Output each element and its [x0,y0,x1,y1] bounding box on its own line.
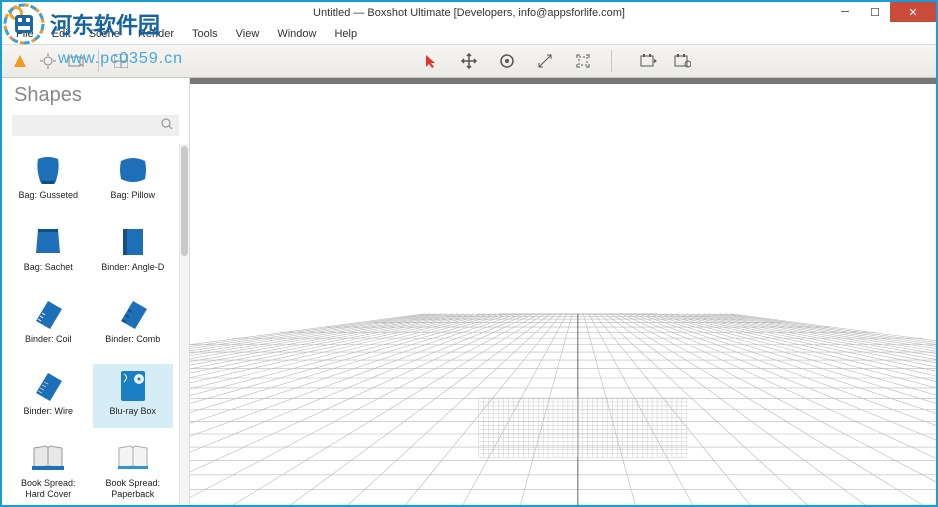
shape-label: Book Spread: Paperback [95,478,172,499]
toolbar-camera-icon[interactable] [66,51,86,71]
toolbar-separator-2 [611,50,612,72]
viewport[interactable] [190,78,936,505]
sidebar-title: Shapes [2,78,189,115]
shape-label: Book Spread: Hard Cover [10,478,87,499]
shape-item[interactable]: Book Spread: Hard Cover [8,436,89,501]
shape-item[interactable]: Binder: Wire [8,364,89,428]
shape-icon [29,294,67,332]
fit-tool-icon[interactable] [573,51,593,71]
search-container [12,115,179,136]
close-button[interactable]: ✕ [890,2,936,22]
shape-icon [29,150,67,188]
menu-scene[interactable]: Scene [81,26,128,42]
shape-label: Binder: Coil [25,334,72,354]
menu-view[interactable]: View [228,26,268,42]
search-input[interactable] [18,120,173,132]
shape-icon [114,366,152,404]
shape-item[interactable]: Bag: Pillow [93,148,174,212]
menu-help[interactable]: Help [326,26,365,42]
perspective-grid [190,78,936,505]
shape-icon [114,294,152,332]
shape-icon [29,366,67,404]
shape-icon [29,438,67,476]
shape-item[interactable]: Book Spread: Paperback [93,436,174,501]
shape-label: Bag: Gusseted [18,190,78,210]
maximize-button[interactable]: ☐ [860,2,890,22]
shape-icon [114,438,152,476]
window-controls: ─ ☐ ✕ [830,2,936,22]
shape-label: Binder: Wire [23,406,73,426]
search-icon [161,118,173,133]
shape-item[interactable]: Binder: Angle-D [93,220,174,284]
shape-label: Bag: Sachet [24,262,73,282]
menu-file[interactable]: File [8,26,42,42]
menu-render[interactable]: Render [130,26,182,42]
shape-item[interactable]: Binder: Comb [93,292,174,356]
scrollbar-thumb[interactable] [181,146,188,256]
move-tool-icon[interactable] [459,51,479,71]
shape-item[interactable]: Binder: Coil [8,292,89,356]
menu-tools[interactable]: Tools [184,26,226,42]
shapes-grid: Bag: Gusseted Bag: Pillow Bag: Sachet Binde… [2,144,179,505]
shape-label: Binder: Angle-D [101,262,164,282]
scrollbar[interactable] [179,144,189,505]
toolbar-grid-icon[interactable] [111,51,131,71]
toolbar [2,44,936,78]
render-settings-icon[interactable] [672,51,692,71]
shape-label: Blu-ray Box [109,406,156,426]
shape-label: Binder: Comb [105,334,160,354]
app-icon [8,5,24,21]
render-icon[interactable] [638,51,658,71]
toolbar-separator [98,50,99,72]
shape-icon [29,222,67,260]
rotate-tool-icon[interactable] [497,51,517,71]
window-title: Untitled — Boxshot Ultimate [Developers,… [313,7,625,19]
shape-item[interactable]: Bag: Gusseted [8,148,89,212]
toolbar-light-icon[interactable] [38,51,58,71]
scale-tool-icon[interactable] [535,51,555,71]
shape-icon [114,150,152,188]
shape-label: Bag: Pillow [110,190,155,210]
menu-edit[interactable]: Edit [44,26,79,42]
select-tool-icon[interactable] [421,51,441,71]
menu-window[interactable]: Window [269,26,324,42]
sidebar: Shapes Bag: Gusseted Bag: Pillow Bag: Sach… [2,78,190,505]
titlebar: Untitled — Boxshot Ultimate [Developers,… [2,2,936,24]
shape-icon [114,222,152,260]
main-area: Shapes Bag: Gusseted Bag: Pillow Bag: Sach… [2,78,936,505]
shape-item[interactable]: Bag: Sachet [8,220,89,284]
toolbar-shape-icon[interactable] [10,51,30,71]
shapes-area: Bag: Gusseted Bag: Pillow Bag: Sachet Binde… [2,144,189,505]
shape-item[interactable]: Blu-ray Box [93,364,174,428]
minimize-button[interactable]: ─ [830,2,860,22]
menubar: File Edit Scene Render Tools View Window… [2,24,936,44]
